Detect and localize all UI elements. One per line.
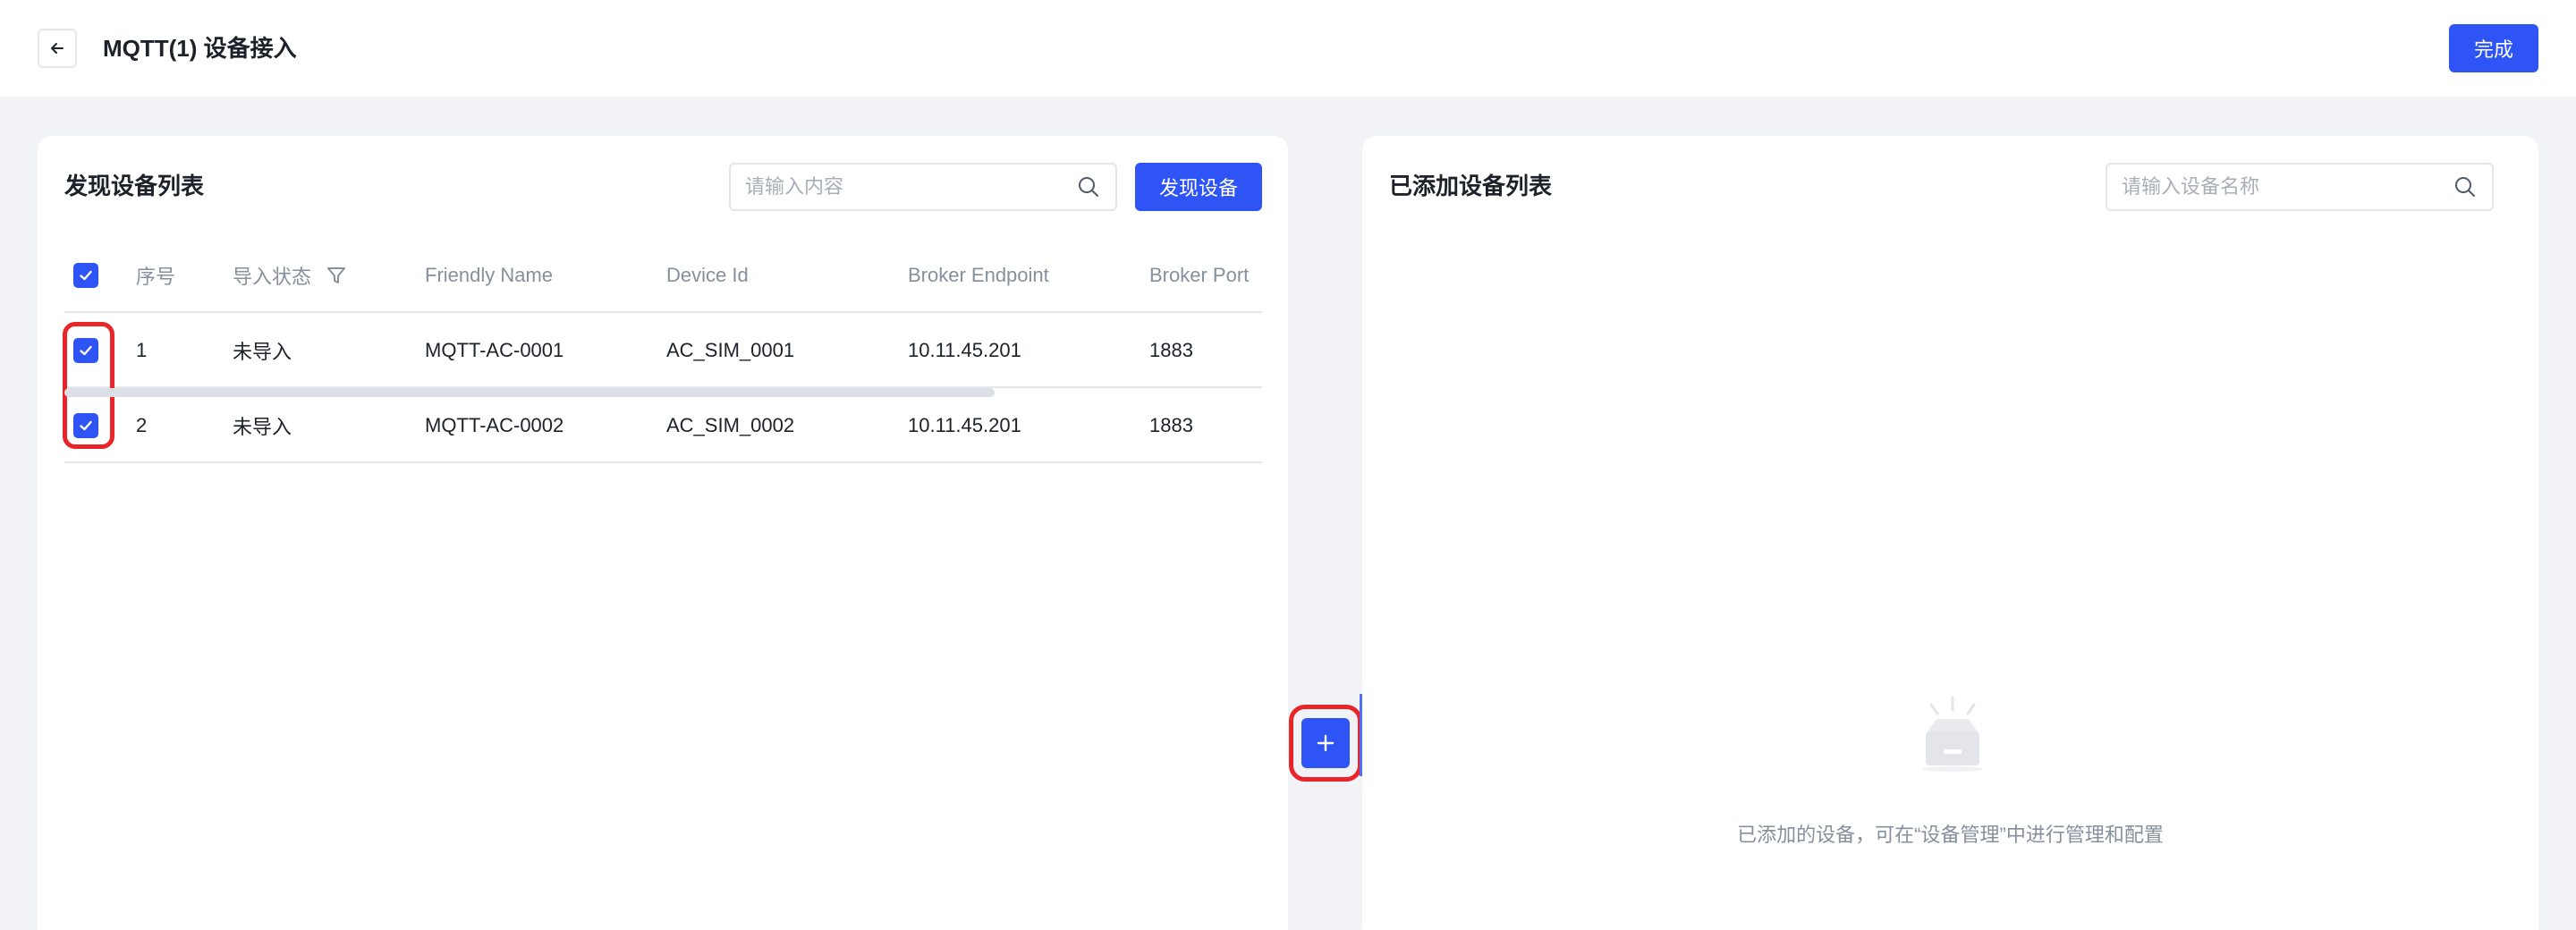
discovered-search-box	[729, 163, 1117, 211]
discovered-search-input[interactable]	[731, 165, 1076, 209]
cell-index: 1	[136, 339, 148, 361]
column-header-friendly-name: Friendly Name	[425, 264, 554, 286]
plus-icon	[1317, 734, 1335, 752]
column-header-index: 序号	[136, 266, 176, 288]
back-button[interactable]	[38, 29, 77, 68]
discover-devices-button[interactable]: 发现设备	[1135, 163, 1262, 211]
discovered-devices-panel: 发现设备列表 发现设备 序号 导入状态 Friendly	[38, 136, 1288, 930]
check-icon	[80, 420, 92, 431]
discovered-devices-table: 序号 导入状态 Friendly Name Device Id Broker E…	[64, 238, 1262, 463]
table-row[interactable]: 2 未导入 MQTT-AC-0002 AC_SIM_0002 10.11.45.…	[64, 388, 1262, 463]
added-devices-panel: 已添加设备列表 已添加的设备，可在“设备管理”中进行管理和配置	[1362, 136, 2538, 930]
cell-broker-port: 1883	[1149, 339, 1193, 361]
cell-friendly-name: MQTT-AC-0001	[425, 339, 564, 361]
row-checkbox[interactable]	[73, 413, 98, 438]
column-header-status-label: 导入状态	[233, 266, 312, 288]
column-header-broker-port: Broker Port	[1149, 264, 1250, 286]
page-title: MQTT(1) 设备接入	[103, 35, 297, 62]
cell-status: 未导入	[233, 341, 292, 363]
cell-index: 2	[136, 414, 148, 436]
added-search-input[interactable]	[2107, 165, 2453, 209]
check-icon	[80, 345, 92, 356]
column-header-device-id: Device Id	[666, 264, 749, 286]
discovered-devices-title: 发现设备列表	[64, 173, 205, 199]
cell-broker-endpoint: 10.11.45.201	[908, 414, 1021, 436]
table-header-row: 序号 导入状态 Friendly Name Device Id Broker E…	[64, 238, 1262, 313]
empty-box-icon	[1922, 696, 1983, 772]
column-header-status: 导入状态	[233, 238, 347, 313]
select-all-checkbox[interactable]	[73, 263, 98, 288]
add-to-list-button[interactable]	[1301, 718, 1350, 768]
cell-friendly-name: MQTT-AC-0002	[425, 414, 564, 436]
cell-device-id: AC_SIM_0002	[666, 414, 795, 436]
added-devices-title: 已添加设备列表	[1389, 173, 1553, 199]
search-icon[interactable]	[2453, 174, 2478, 199]
row-checkbox[interactable]	[73, 338, 98, 363]
column-header-broker-endpoint: Broker Endpoint	[908, 264, 1049, 286]
filter-icon[interactable]	[326, 265, 347, 286]
page-header: MQTT(1) 设备接入 完成	[0, 0, 2576, 97]
cell-broker-endpoint: 10.11.45.201	[908, 339, 1021, 361]
done-button[interactable]: 完成	[2449, 24, 2538, 72]
table-horizontal-scrollbar[interactable]	[64, 388, 1262, 397]
search-icon[interactable]	[1076, 174, 1101, 199]
arrow-left-icon	[51, 43, 64, 54]
table-row[interactable]: 1 未导入 MQTT-AC-0001 AC_SIM_0001 10.11.45.…	[64, 313, 1262, 388]
check-icon	[80, 270, 92, 281]
cell-device-id: AC_SIM_0001	[666, 339, 795, 361]
cell-broker-port: 1883	[1149, 414, 1193, 436]
added-search-box	[2106, 163, 2494, 211]
cell-status: 未导入	[233, 416, 292, 438]
scrollbar-thumb[interactable]	[64, 388, 995, 397]
add-button-highlight-annotation	[1289, 705, 1362, 782]
empty-state-text: 已添加的设备，可在“设备管理”中进行管理和配置	[1737, 824, 2164, 846]
